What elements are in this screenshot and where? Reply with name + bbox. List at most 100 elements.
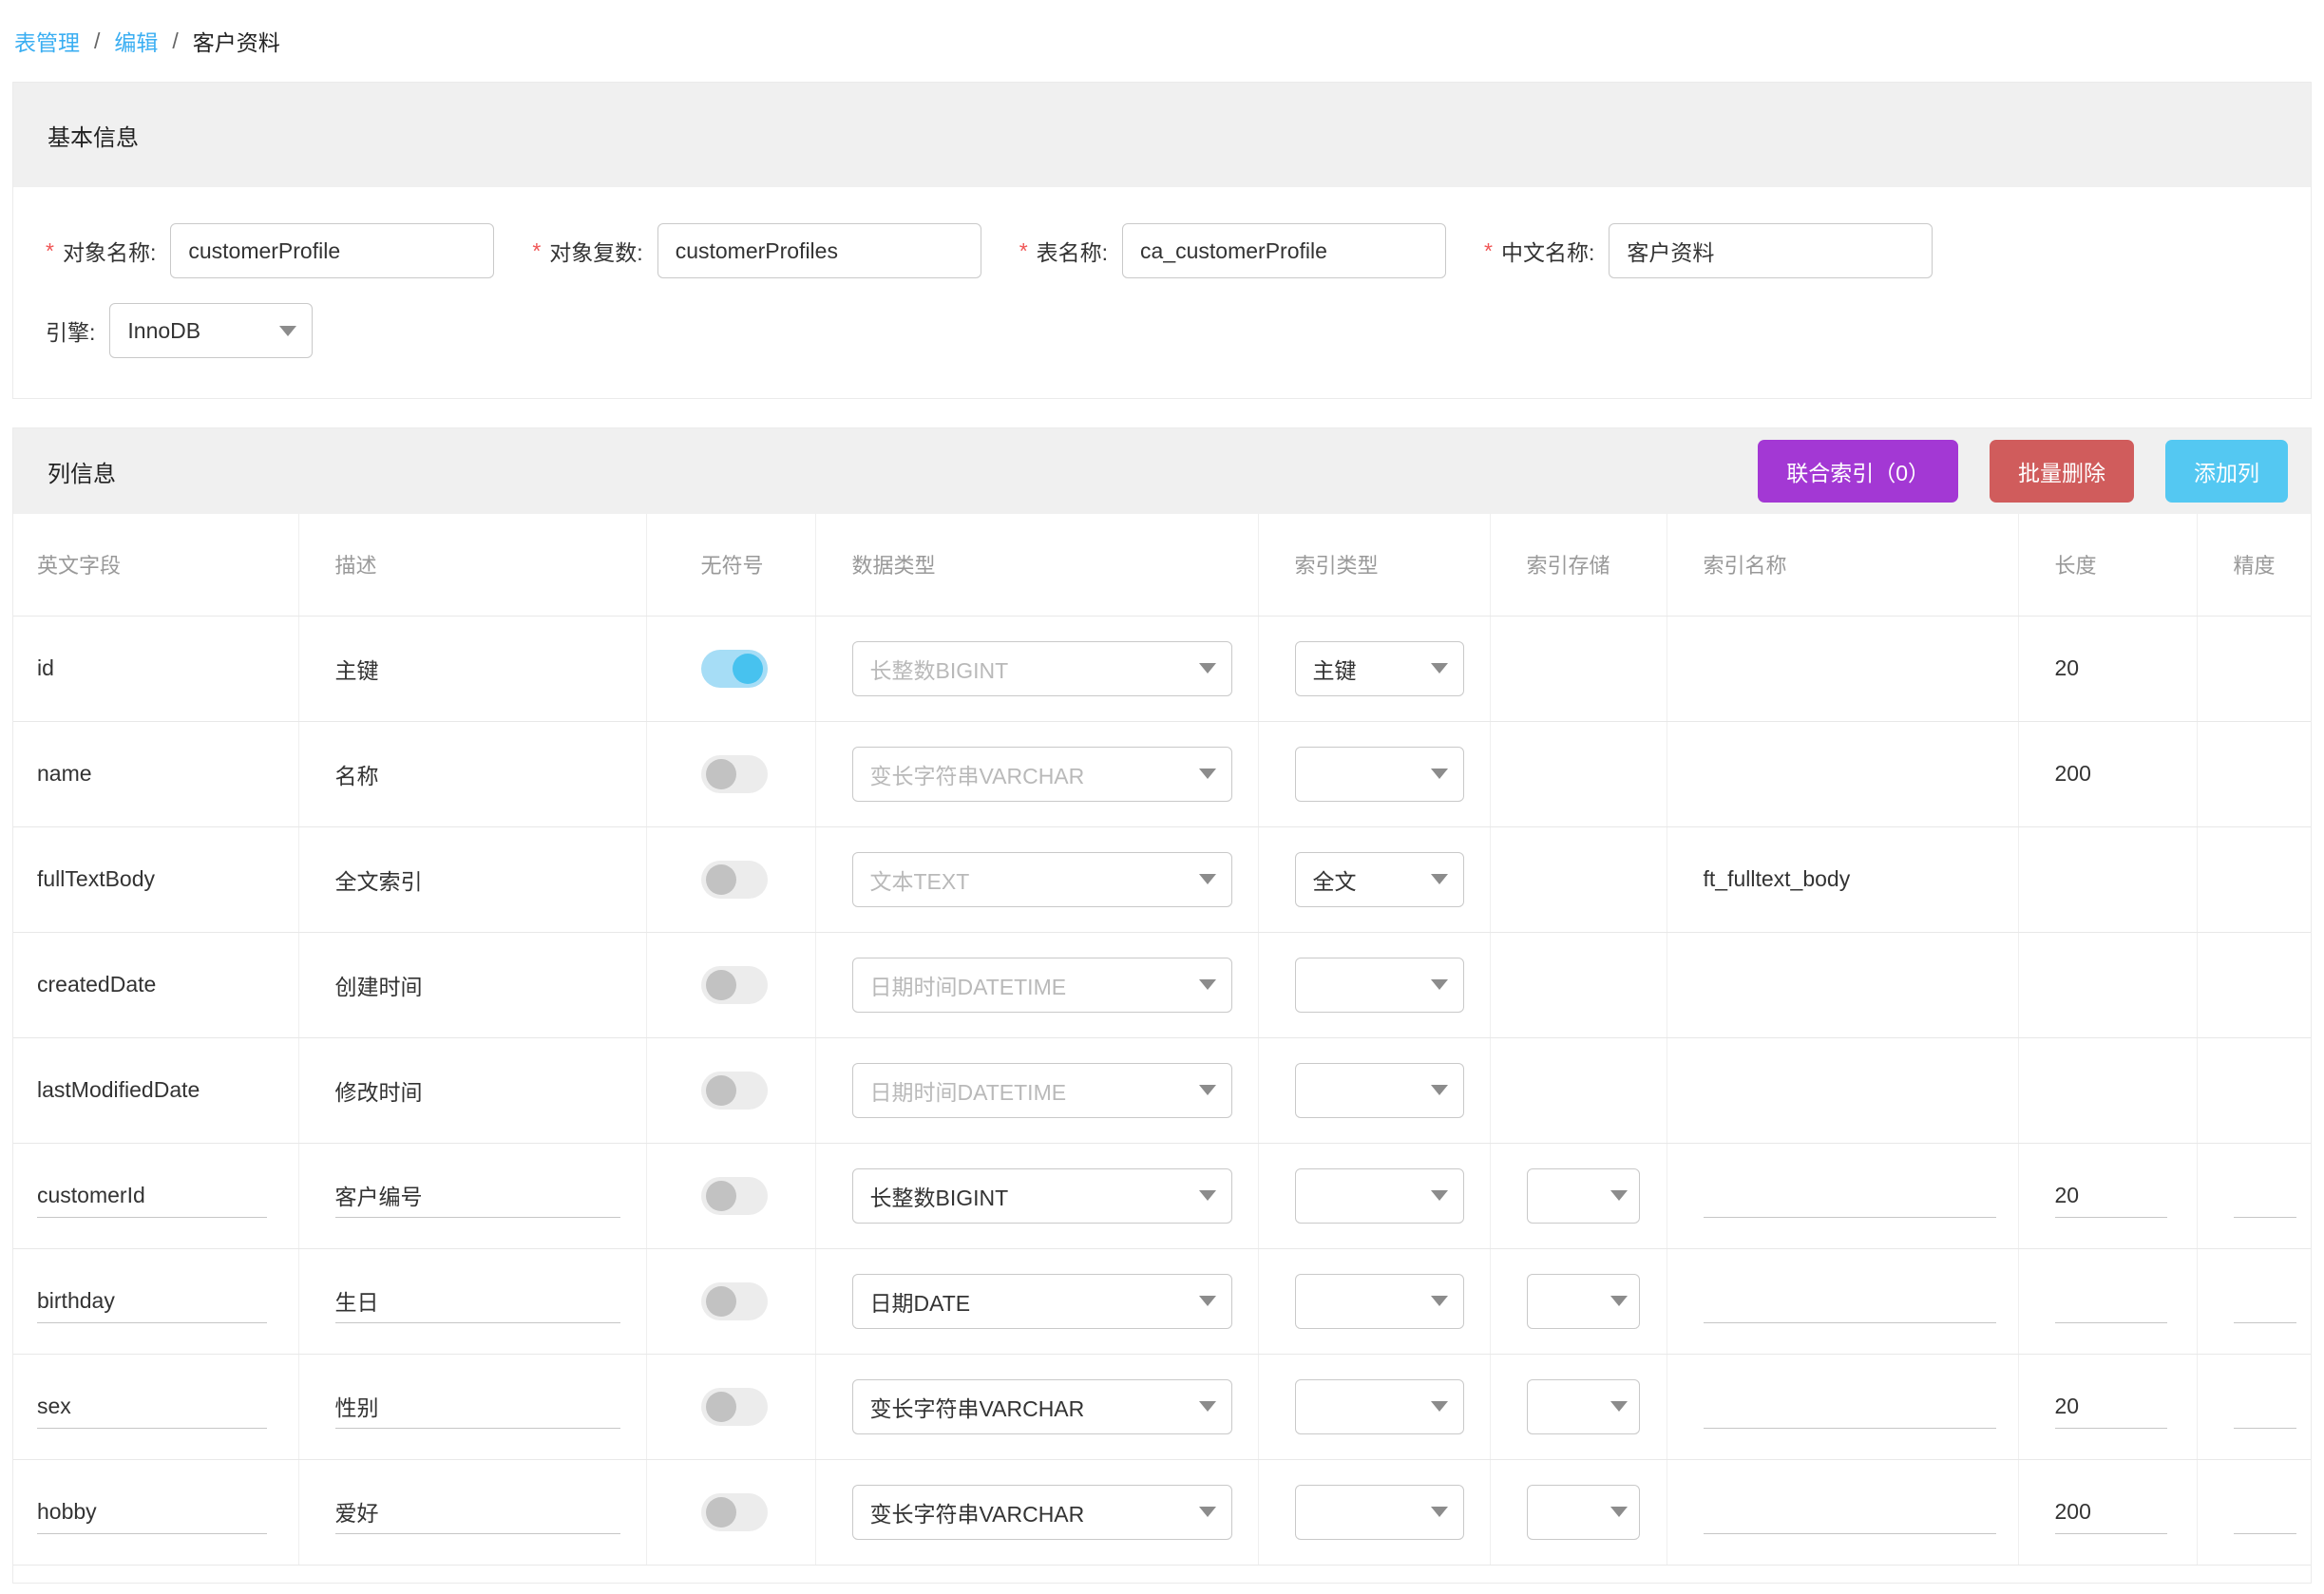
index-type-select[interactable] (1294, 746, 1464, 802)
precision-cell (2197, 826, 2311, 933)
index-storage-select[interactable] (1526, 1378, 1640, 1434)
unsigned-toggle[interactable] (700, 1176, 768, 1215)
length-input[interactable] (2054, 1490, 2167, 1534)
index-type-select[interactable] (1294, 1378, 1464, 1434)
field-name-input[interactable] (37, 1279, 267, 1323)
object-name-field-group: * 对象名称: (46, 223, 495, 278)
data-type-select[interactable]: 日期DATE (851, 1273, 1232, 1329)
field-name-input[interactable] (37, 1173, 267, 1218)
engine-select[interactable]: InnoDB (109, 303, 314, 358)
description-input[interactable] (334, 1490, 620, 1534)
batch-delete-button[interactable]: 批量删除 (1990, 440, 2134, 503)
index-storage-cell (1490, 1248, 1667, 1355)
index-name-input[interactable] (1703, 1173, 1996, 1218)
index-name-input[interactable] (1703, 1279, 1996, 1323)
header-data-type: 数据类型 (815, 514, 1259, 617)
precision-input[interactable] (2233, 1384, 2296, 1429)
data-type-cell: 长整数BIGINT (815, 616, 1259, 722)
unsigned-toggle[interactable] (700, 860, 768, 899)
data-type-select[interactable]: 变长字符串VARCHAR (851, 746, 1232, 802)
description-input[interactable] (334, 1279, 620, 1323)
index-type-select[interactable] (1294, 1273, 1464, 1329)
index-type-select[interactable]: 全文 (1294, 851, 1464, 907)
data-type-select[interactable]: 变长字符串VARCHAR (851, 1378, 1232, 1434)
index-type-select[interactable] (1294, 1484, 1464, 1540)
data-type-select-value: 文本TEXT (869, 868, 970, 894)
index-type-select-value: 全文 (1312, 868, 1357, 894)
unsigned-cell (646, 1354, 816, 1460)
length-input[interactable] (2054, 1384, 2167, 1429)
basic-info-header: 基本信息 (13, 83, 2311, 187)
index-type-select[interactable] (1294, 1062, 1464, 1118)
unsigned-toggle[interactable] (700, 1492, 768, 1531)
data-type-select[interactable]: 日期时间DATETIME (851, 957, 1232, 1013)
description-cell (298, 1248, 647, 1355)
unsigned-toggle[interactable] (700, 1281, 768, 1320)
add-column-button[interactable]: 添加列 (2165, 440, 2288, 503)
data-type-cell: 日期时间DATETIME (815, 1037, 1259, 1144)
index-type-select[interactable]: 主键 (1294, 640, 1464, 696)
index-type-select-value: 主键 (1312, 657, 1357, 683)
field-name-cell (13, 1143, 299, 1249)
breadcrumb: 表管理 / 编辑 / 客户资料 (12, 0, 2312, 82)
description-text: 修改时间 (334, 1079, 423, 1105)
field-name-input[interactable] (37, 1490, 267, 1534)
field-name-cell (13, 1459, 299, 1566)
unsigned-cell (646, 1248, 816, 1355)
index-storage-select[interactable] (1526, 1484, 1640, 1540)
precision-input[interactable] (2233, 1490, 2296, 1534)
index-type-select[interactable] (1294, 957, 1464, 1013)
data-type-select[interactable]: 日期时间DATETIME (851, 1062, 1232, 1118)
index-type-select[interactable] (1294, 1167, 1464, 1224)
engine-label: 引擎: (46, 320, 96, 345)
data-type-select-value: 变长字符串VARCHAR (869, 1501, 1085, 1527)
unsigned-toggle[interactable] (700, 649, 768, 688)
precision-input[interactable] (2233, 1279, 2296, 1323)
breadcrumb-link-edit[interactable]: 编辑 (114, 25, 158, 57)
chevron-down-icon (1430, 663, 1448, 674)
data-type-select[interactable]: 长整数BIGINT (851, 640, 1232, 696)
toggle-knob (705, 758, 736, 789)
index-storage-select[interactable] (1526, 1273, 1640, 1329)
index-type-cell (1258, 1459, 1491, 1566)
unsigned-toggle[interactable] (700, 1387, 768, 1426)
header-english-field: 英文字段 (13, 514, 299, 617)
data-type-select-value: 日期时间DATETIME (869, 974, 1067, 999)
basic-info-title: 基本信息 (48, 124, 139, 151)
chevron-down-icon (1430, 1507, 1448, 1517)
index-storage-select[interactable] (1526, 1167, 1640, 1224)
chevron-down-icon (1430, 1401, 1448, 1412)
data-type-select[interactable]: 文本TEXT (851, 851, 1232, 907)
length-cell (2018, 1037, 2198, 1144)
length-input[interactable] (2054, 1173, 2167, 1218)
index-name-input[interactable] (1703, 1384, 1996, 1429)
columns-table: 英文字段 描述 无符号 数据类型 索引类型 索引存储 索引名称 长度 精度 id… (13, 514, 2311, 1566)
chinese-name-input[interactable] (1609, 223, 1933, 278)
chevron-down-icon (1430, 1190, 1448, 1201)
field-name: name (37, 761, 92, 786)
breadcrumb-link-table-management[interactable]: 表管理 (14, 25, 80, 57)
length-input[interactable] (2054, 1279, 2167, 1323)
table-name-input[interactable] (1122, 223, 1447, 278)
required-marker: * (532, 237, 542, 263)
composite-index-button[interactable]: 联合索引（0） (1758, 440, 1958, 503)
field-name-input[interactable] (37, 1384, 267, 1429)
description-cell: 名称 (298, 721, 647, 827)
precision-input[interactable] (2233, 1173, 2296, 1218)
description-cell: 全文索引 (298, 826, 647, 933)
header-description: 描述 (298, 514, 647, 617)
unsigned-toggle[interactable] (700, 754, 768, 793)
index-name-input[interactable] (1703, 1490, 1996, 1534)
description-input[interactable] (334, 1384, 620, 1429)
data-type-select[interactable]: 长整数BIGINT (851, 1167, 1232, 1224)
length-text: 200 (2054, 761, 2091, 786)
object-plural-input[interactable] (657, 223, 981, 278)
description-input[interactable] (334, 1173, 620, 1218)
object-name-input[interactable] (170, 223, 495, 278)
unsigned-toggle[interactable] (700, 1071, 768, 1110)
index-type-cell (1258, 1354, 1491, 1460)
data-type-select[interactable]: 变长字符串VARCHAR (851, 1484, 1232, 1540)
unsigned-toggle[interactable] (700, 965, 768, 1004)
precision-cell (2197, 932, 2311, 1038)
field-name-cell: lastModifiedDate (13, 1037, 299, 1144)
